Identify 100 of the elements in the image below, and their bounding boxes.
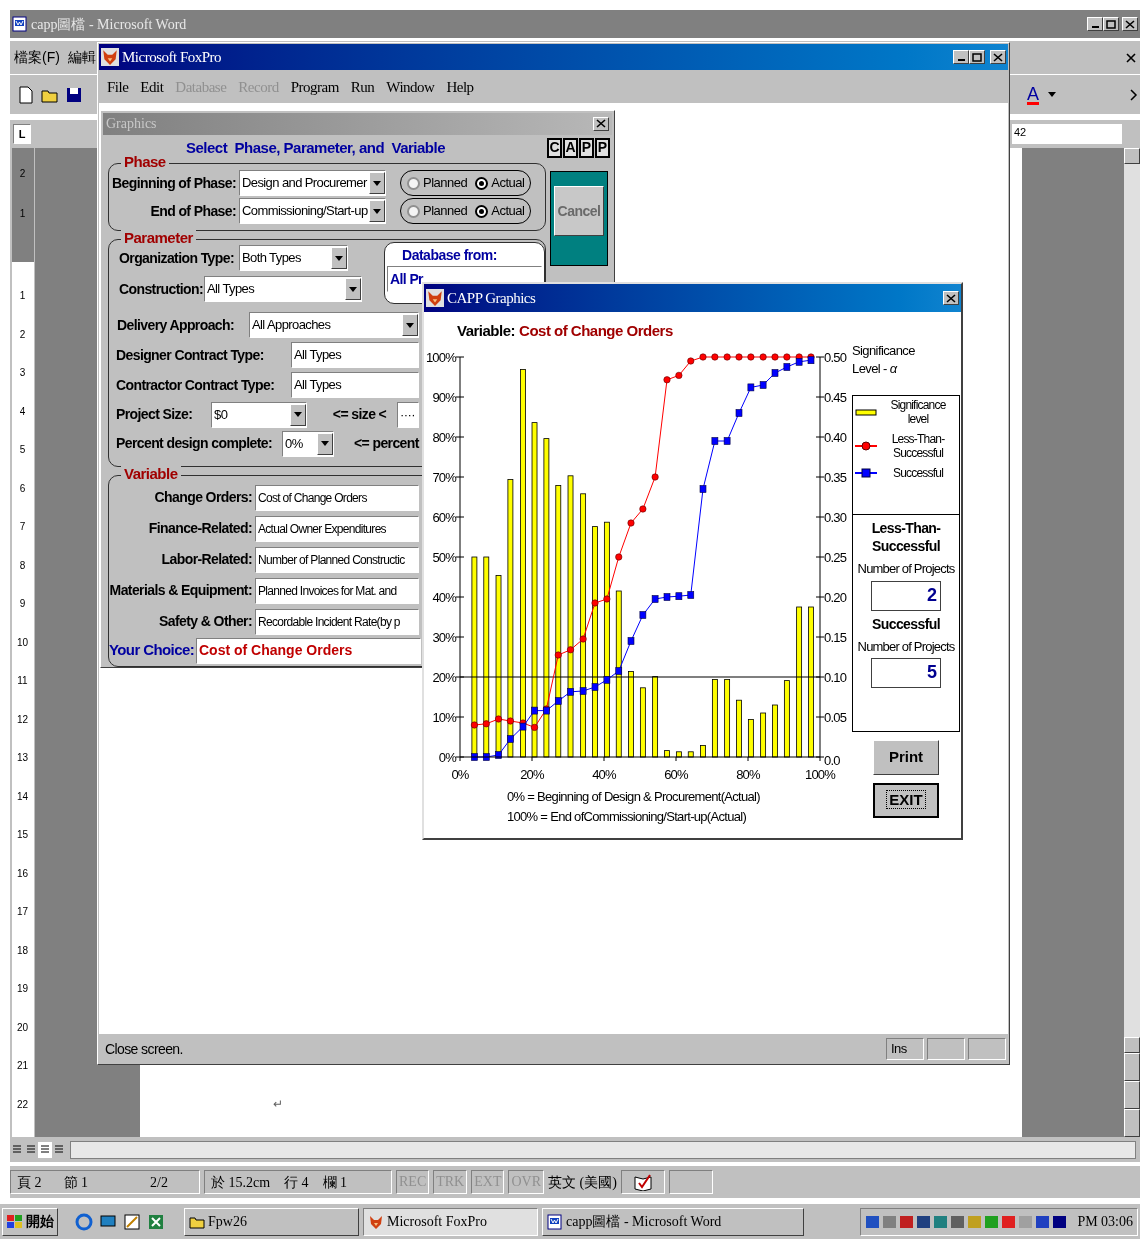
window-title: Graphics (106, 115, 158, 134)
legend-label: Significance level (889, 398, 947, 426)
ruler-number: 2 (19, 328, 26, 342)
field-label: Delivery Approach: (117, 315, 236, 335)
stats-heading: Successful (872, 614, 940, 633)
field-label: <= size < (331, 405, 388, 424)
tick-label: 70% (432, 470, 456, 485)
field-label: Organization Type: (119, 248, 235, 268)
ruler-number: 10 (16, 636, 29, 650)
tick-label: 30% (432, 630, 456, 645)
tick-label: 100% (804, 767, 836, 782)
field-label: Materials & Equipment: (109, 581, 253, 600)
paragraph-mark: ↵ (273, 1096, 284, 1113)
legend-label: Less-Than-Successful (890, 432, 946, 460)
field-label: Project Size: (116, 405, 194, 424)
radio-label: Planned (423, 174, 468, 193)
chart-caption: 100% = End ofCommissioning/Start-up(Actual) (506, 808, 748, 826)
tick-label: 0.15 (824, 630, 847, 645)
panel-title: Database from: (402, 246, 498, 265)
tick-label: 0.05 (824, 710, 847, 725)
ruler-number: 6 (19, 482, 26, 496)
tick-label: 0.10 (824, 670, 847, 685)
ruler-number: 13 (16, 752, 29, 765)
status-text: Close screen. (104, 1039, 184, 1059)
field-label: Finance-Related: (147, 519, 253, 538)
ruler-number: 15 (16, 829, 29, 842)
ruler-number: 18 (16, 944, 29, 958)
window-title: capp圖檔 - Microsoft Word (31, 15, 188, 34)
variable-value: Cost of Change Orders (519, 320, 673, 341)
tick-label: 0% (438, 750, 456, 765)
ruler-number: 8 (19, 559, 26, 573)
window-title: Microsoft FoxPro (122, 47, 223, 67)
ruler-number: 11 (17, 675, 28, 688)
status-text: 欄 1 (322, 1173, 348, 1192)
logo-letter: P (595, 137, 610, 158)
logo-letter: C (547, 137, 562, 158)
status-text: 頁 2 (17, 1173, 42, 1192)
stats-label: Number of Projects (857, 560, 955, 578)
tick-label: 0.30 (824, 510, 847, 525)
axis-title: Significance Level - α (852, 342, 916, 378)
tick-label: 100% (425, 350, 456, 365)
field-label: Beginning of Phase: (111, 173, 237, 193)
field-label: Change Orders: (153, 488, 253, 507)
count-field: 2 (871, 580, 941, 611)
ruler-number: 9 (19, 598, 26, 611)
ruler-number: 14 (16, 790, 29, 804)
chart-caption: 0% = Beginning of Design & Procurement(Actual) (506, 788, 761, 806)
ruler-number: 1 (19, 208, 26, 221)
radio-label: Planned (423, 202, 468, 221)
status-text: 英文 (美國) (548, 1173, 617, 1192)
ruler-number: 20 (16, 1021, 29, 1035)
tick-label: 20% (520, 767, 544, 782)
ruler-number: 3 (19, 367, 26, 380)
tick-label: 0.25 (824, 550, 847, 565)
field-label: <= percent (354, 434, 421, 453)
logo-letter: P (579, 137, 594, 158)
ruler-number: 5 (19, 444, 26, 457)
ruler-number: 17 (16, 906, 29, 919)
tick-label: 0.35 (824, 470, 847, 485)
variable-label: Variable: (457, 320, 516, 341)
tick-label: 10% (432, 710, 456, 725)
tick-label: 0% (451, 767, 469, 782)
tick-label: 90% (432, 390, 456, 405)
stats-label: Number of Projects (857, 637, 955, 656)
tick-label: 0.40 (824, 430, 847, 445)
ruler-number: 1 (19, 290, 26, 303)
tick-label: 60% (664, 767, 688, 782)
ruler-number: 16 (16, 867, 29, 881)
stats-heading: Less-Than-Successful (870, 519, 942, 555)
radio-label: Actual (491, 202, 525, 221)
tick-label: 20% (432, 670, 456, 685)
status-panel: Ins (886, 1038, 924, 1060)
status-text: 節 1 (63, 1173, 88, 1192)
logo-letter: A (563, 137, 578, 158)
legend-label: Successful (892, 466, 944, 480)
tick-label: 50% (432, 550, 456, 565)
tick-label: 0.50 (824, 350, 847, 365)
tick-label: 0.0 (824, 753, 840, 768)
dialog-heading: Select Phase, Parameter, and Variable (186, 137, 446, 158)
ruler-number: 7 (19, 521, 26, 534)
field-label: Designer Contract Type: (116, 345, 265, 365)
field-label: Construction: (119, 279, 204, 299)
field-label: Contractor Contract Type: (116, 375, 276, 395)
tick-label: 60% (432, 510, 456, 525)
tick-label: 40% (592, 767, 616, 782)
ruler-number: 21 (16, 1060, 29, 1073)
field-label: Your Choice: (109, 640, 196, 661)
field-label: Percent design complete: (116, 434, 273, 453)
field-label: End of Phase: (149, 201, 237, 221)
radio-label: Actual (491, 174, 525, 193)
status-text: 2/2 (150, 1173, 168, 1192)
count-field: 5 (871, 658, 941, 688)
ruler-number: 12 (16, 713, 29, 727)
tick-label: 80% (736, 767, 760, 782)
tick-label: 40% (432, 590, 456, 605)
clock: PM 03:06 (1077, 1213, 1133, 1231)
status-text: 於 15.2cm (211, 1173, 271, 1192)
ruler-number: 2 (19, 168, 26, 181)
ruler-number: 22 (16, 1098, 29, 1112)
tick-label: 80% (432, 430, 456, 445)
